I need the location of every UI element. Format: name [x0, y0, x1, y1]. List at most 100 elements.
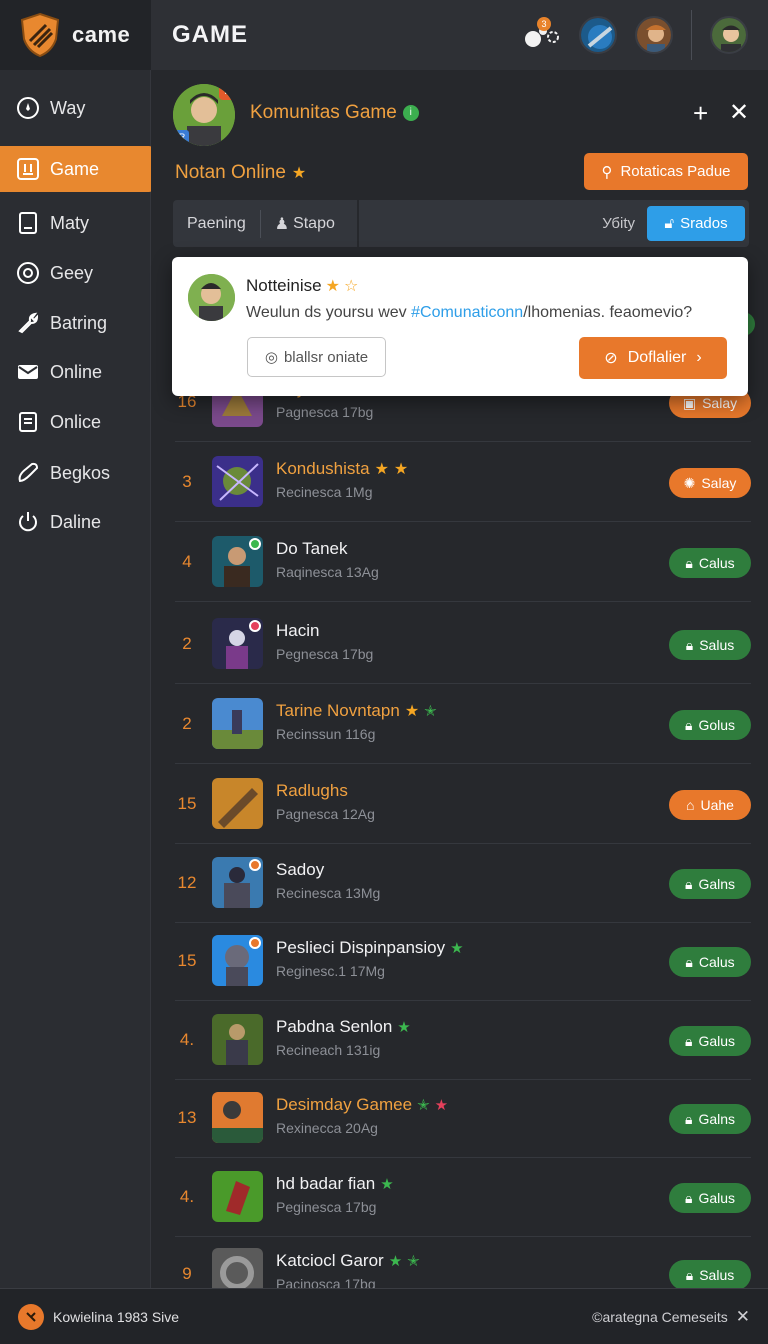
cart-icon: ▣ [682, 394, 697, 411]
status-pill[interactable]: 🔒︎ Calus [669, 947, 751, 977]
game-thumbnail [212, 536, 263, 587]
sidebar-item-label: Begkos [50, 462, 111, 483]
filter-tab-label: Stapo [293, 214, 335, 232]
popup-secondary-button[interactable]: ◎ blallsr oniate [247, 337, 386, 377]
badge-icon [249, 859, 261, 871]
game-subtitle: Recinesca 1Мg [276, 484, 373, 500]
sidebar-item-game[interactable]: Game [0, 146, 153, 192]
popup-title: Notteinise ★ ☆ [246, 276, 358, 296]
list-item[interactable]: 3 Kondushista ★ ★ Recinesca 1Мg ✺ Salay [175, 442, 751, 522]
list-item[interactable]: 12 Sadoy Recinesca 13Мg 🔒︎ Galns [175, 843, 751, 923]
status-pill[interactable]: 🔒︎ Galus [669, 1026, 751, 1056]
sidebar-item-label: Maty [50, 212, 90, 233]
avatar-user-2[interactable] [635, 16, 673, 54]
rank: 15 [177, 951, 197, 970]
rank: 4. [179, 1030, 195, 1049]
list-item[interactable]: 2 Tarine Novntapn ★ ✭ Recinssun 116g 🔒︎ Gol… [175, 684, 751, 764]
list-item[interactable]: 13 Desimday Gamee ✭ ★ Rexinecca 20Аg 🔒︎ Gal… [175, 1078, 751, 1158]
status-label: Uahe [700, 797, 734, 813]
list-item[interactable]: 2 Hacin Pegnesca 17bg 🔒︎ Salus [175, 604, 751, 684]
sidebar-item-label: Daline [50, 511, 102, 532]
brand[interactable]: came [0, 0, 151, 70]
close-button[interactable]: ✕ [729, 98, 749, 127]
sidebar-item-onlice[interactable]: Onlice [0, 399, 153, 445]
rank: 4 [182, 552, 192, 571]
game-name-text: Katciocl Garor [276, 1251, 384, 1270]
add-button[interactable]: + [693, 98, 708, 129]
status-pill[interactable]: ⌂ Uahe [669, 790, 751, 820]
footer-close-icon[interactable]: ✕ [736, 1307, 750, 1327]
shield-logo-icon [20, 12, 60, 58]
status-pill[interactable]: ✺ Salay [669, 468, 751, 498]
game-subtitle: Recineach 131ig [276, 1042, 381, 1058]
rotaticas-button[interactable]: ⚲ Rotaticas Padue [584, 153, 748, 190]
footer-left-text: Kowielina 1983 Sive [53, 1308, 180, 1325]
game-thumbnail [212, 857, 263, 908]
rank: 2 [182, 634, 192, 653]
mail-icon [16, 360, 40, 384]
sidebar-item-daline[interactable]: Daline [0, 499, 153, 545]
compass-icon: ⊘ [604, 350, 618, 367]
star-icon: ★ [397, 1019, 411, 1036]
filter-tab-stapo[interactable]: ♟ Stapo [261, 200, 349, 247]
star-icon: ★ [374, 461, 389, 478]
sidebar-item-label: Onlice [50, 411, 102, 432]
sidebar-item-online[interactable]: Online [0, 349, 153, 395]
lock-icon: 🔒︎ [684, 1110, 693, 1127]
lock-icon: 🔒︎ [684, 875, 693, 892]
popup-message-text: /lhomenias. feaomevio? [523, 304, 693, 321]
filter-tab-paening[interactable]: Paening [173, 200, 260, 247]
community-avatar[interactable]: II R [173, 84, 235, 146]
star-icon: ☆ [343, 278, 359, 295]
game-name: Peslieci Dispinpansioy ★ [276, 938, 464, 958]
popup-primary-button[interactable]: ⊘ Doflalier › [579, 337, 727, 379]
wrench-icon [16, 311, 40, 335]
notification-button[interactable]: 3 [521, 17, 561, 53]
notification-badge: 3 [537, 17, 551, 31]
list-item[interactable]: 15 Radlughs Pagnesca 12Аg ⌂ Uahe [175, 764, 751, 844]
tablet-icon [16, 211, 40, 235]
sidebar-item-maty[interactable]: Maty [0, 200, 153, 246]
filter-label[interactable]: Убity [602, 215, 635, 232]
avatar-profile[interactable] [710, 16, 748, 54]
game-name-text: Tarine Novntapn [276, 701, 400, 720]
game-thumbnail [212, 935, 263, 986]
power-icon [16, 510, 40, 534]
status-pill[interactable]: 🔒︎ Golus [669, 710, 751, 740]
avatar-planet[interactable] [579, 16, 617, 54]
lock-icon: 🔓︎ [664, 215, 675, 232]
list-item[interactable]: 4. hd badar fian ★ Peginesca 17bg 🔒︎ Galus [175, 1157, 751, 1237]
game-subtitle: Rexinecca 20Аg [276, 1120, 378, 1136]
sidebar-item-begkos[interactable]: Begkos [0, 450, 153, 496]
online-indicator-icon: i [402, 105, 419, 121]
list-item[interactable]: 4 Do Tanek Raqinesca 13Аg 🔒︎ Calus [175, 522, 751, 602]
game-thumbnail [212, 1171, 263, 1222]
gear-icon: ✺ [683, 474, 696, 491]
star-icon: ★ [404, 703, 420, 720]
popup-hashtag-link[interactable]: #Comunaticonn [411, 304, 523, 321]
status-pill[interactable]: 🔒︎ Calus [669, 548, 751, 578]
list-item[interactable]: 9 Katciocl Garor ★ ✭ Pacinosca 17bg 🔒︎ Salu… [175, 1234, 751, 1288]
status-pill[interactable]: 🔒︎ Salus [669, 1260, 751, 1288]
sidebar-item-batring[interactable]: Batring [0, 300, 153, 346]
popup-title-text: Notteinise [246, 276, 322, 295]
sidebar-item-way[interactable]: Way [0, 85, 153, 131]
status-pill[interactable]: 🔒︎ Galus [669, 1183, 751, 1213]
status-pill[interactable]: 🔒︎ Galns [669, 869, 751, 899]
game-name: Katciocl Garor ★ ✭ [276, 1251, 420, 1271]
game-name-text: Pabdna Senlon [276, 1017, 393, 1036]
filter-active-button[interactable]: 🔓︎ Srados [647, 206, 745, 241]
community-subtitle-text: Notan Online [175, 162, 286, 183]
status-pill[interactable]: 🔒︎ Salus [669, 630, 751, 660]
lock-icon: 🔒︎ [685, 636, 694, 653]
status-pill[interactable]: 🔒︎ Galns [669, 1104, 751, 1134]
footer-right-text[interactable]: ©arategna Cemeseits [592, 1309, 728, 1325]
sidebar-item-geey[interactable]: Geey [0, 250, 153, 296]
list-item[interactable]: 4. Pabdna Senlon ★ Recineach 131ig 🔒︎ Galu… [175, 1000, 751, 1080]
rank: 15 [177, 794, 197, 813]
game-subtitle: Peginesca 17bg [276, 1199, 377, 1215]
star-icon: ★ [388, 1253, 403, 1270]
game-name: Pabdna Senlon ★ [276, 1017, 411, 1037]
orange-circle-icon[interactable] [18, 1303, 44, 1330]
list-item[interactable]: 15 Peslieci Dispinpansioy ★ Reginesc.1 17… [175, 921, 751, 1001]
